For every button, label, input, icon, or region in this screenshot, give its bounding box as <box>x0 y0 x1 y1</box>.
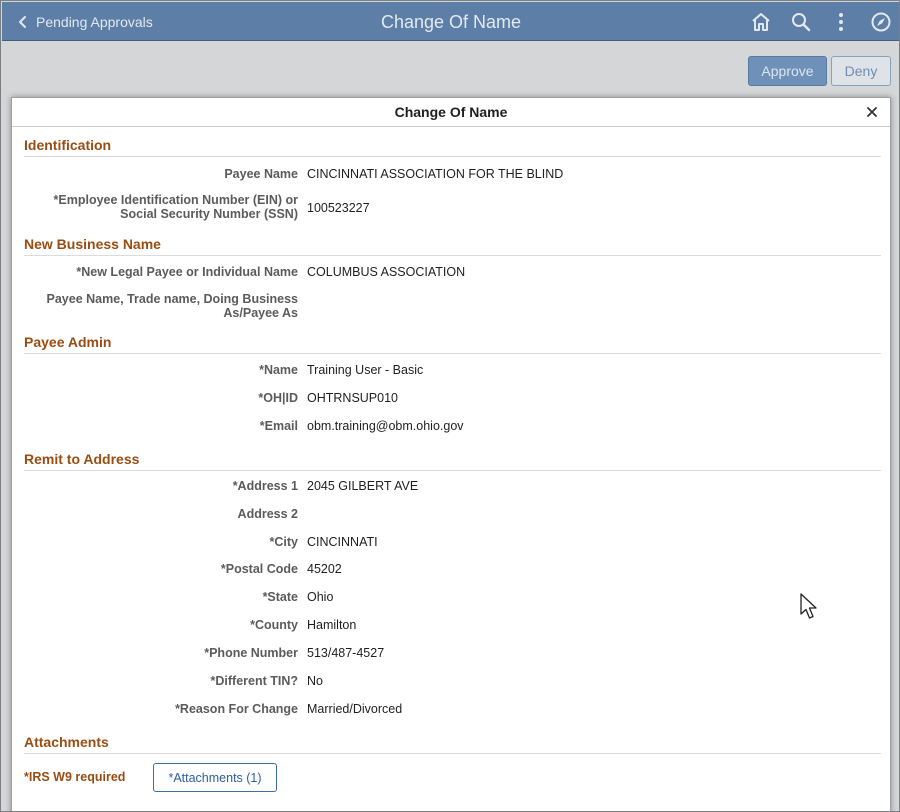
field-value: OHTRNSUP010 <box>307 391 398 405</box>
modal-header: Change Of Name <box>12 98 890 127</box>
field-value: Hamilton <box>307 618 357 632</box>
section-title: Payee Admin <box>24 334 112 350</box>
field-label: *State <box>262 590 298 604</box>
field-value: 513/487-4527 <box>307 646 385 660</box>
field-value: No <box>307 674 323 688</box>
modal-title: Change Of Name <box>394 104 508 120</box>
field-value: 45202 <box>307 562 342 576</box>
field-label: Payee Name, Trade name, Doing Business <box>46 292 299 306</box>
field-label: *City <box>269 535 298 549</box>
page-frame: Pending Approvals Change Of Name Approve… <box>0 0 900 812</box>
close-icon[interactable] <box>864 104 880 120</box>
approve-button[interactable]: Approve <box>748 56 827 86</box>
section-title: Remit to Address <box>24 451 140 467</box>
deny-button[interactable]: Deny <box>831 56 891 86</box>
field-value: CINCINNATI ASSOCIATION FOR THE BLIND <box>307 167 564 181</box>
back-button[interactable]: Pending Approvals <box>16 14 153 30</box>
compass-icon[interactable] <box>868 10 894 34</box>
chevron-left-icon <box>19 16 26 28</box>
section-attachments: Attachments <box>24 734 881 754</box>
top-banner: Pending Approvals Change Of Name <box>2 2 899 41</box>
field-value: Married/Divorced <box>307 702 403 716</box>
field-label: *OH|ID <box>258 391 298 405</box>
field-value: Ohio <box>307 590 334 604</box>
section-title: Attachments <box>24 734 109 750</box>
home-icon[interactable] <box>748 10 774 34</box>
field-value: CINCINNATI <box>307 535 378 549</box>
field-label: *Phone Number <box>204 646 298 660</box>
field-label: *Postal Code <box>220 562 298 576</box>
more-vertical-icon[interactable] <box>828 10 854 34</box>
field-value: COLUMBUS ASSOCIATION <box>307 265 466 279</box>
field-value: Training User - Basic <box>307 363 424 377</box>
section-remit-address: Remit to Address <box>24 451 881 471</box>
field-label: As/Payee As <box>223 306 298 320</box>
section-title: Identification <box>24 137 112 153</box>
field-label: *Email <box>259 419 298 433</box>
section-new-business-name: New Business Name <box>24 236 881 256</box>
field-label: *New Legal Payee or Individual Name <box>76 265 298 279</box>
mouse-cursor-icon <box>800 593 817 619</box>
field-value: 100523227 <box>307 201 370 215</box>
field-label: *Reason For Change <box>175 702 298 716</box>
change-of-name-modal: Change Of Name Identification Payee Name… <box>11 97 891 811</box>
field-label: *Different TIN? <box>210 674 299 688</box>
top-icon-group <box>748 10 894 34</box>
back-label: Pending Approvals <box>36 14 153 30</box>
field-label: Payee Name <box>224 167 298 181</box>
section-title: New Business Name <box>24 236 161 252</box>
irs-w9-required-note: *IRS W9 required <box>24 770 126 784</box>
field-label: *County <box>250 618 298 632</box>
field-value: 2045 GILBERT AVE <box>307 479 419 493</box>
field-label: *Address 1 <box>232 479 298 493</box>
field-label: *Name <box>259 363 298 377</box>
field-label: *Employee Identification Number (EIN) or <box>53 193 298 207</box>
section-identification: Identification <box>24 137 881 157</box>
field-value: obm.training@obm.ohio.gov <box>307 419 464 433</box>
action-bar: Approve Deny <box>2 42 899 98</box>
attachments-button[interactable]: *Attachments (1) <box>153 763 277 792</box>
search-icon[interactable] <box>788 10 814 34</box>
field-label: Address 2 <box>237 507 298 521</box>
field-label: Social Security Number (SSN) <box>120 207 298 221</box>
section-payee-admin: Payee Admin <box>24 334 881 354</box>
